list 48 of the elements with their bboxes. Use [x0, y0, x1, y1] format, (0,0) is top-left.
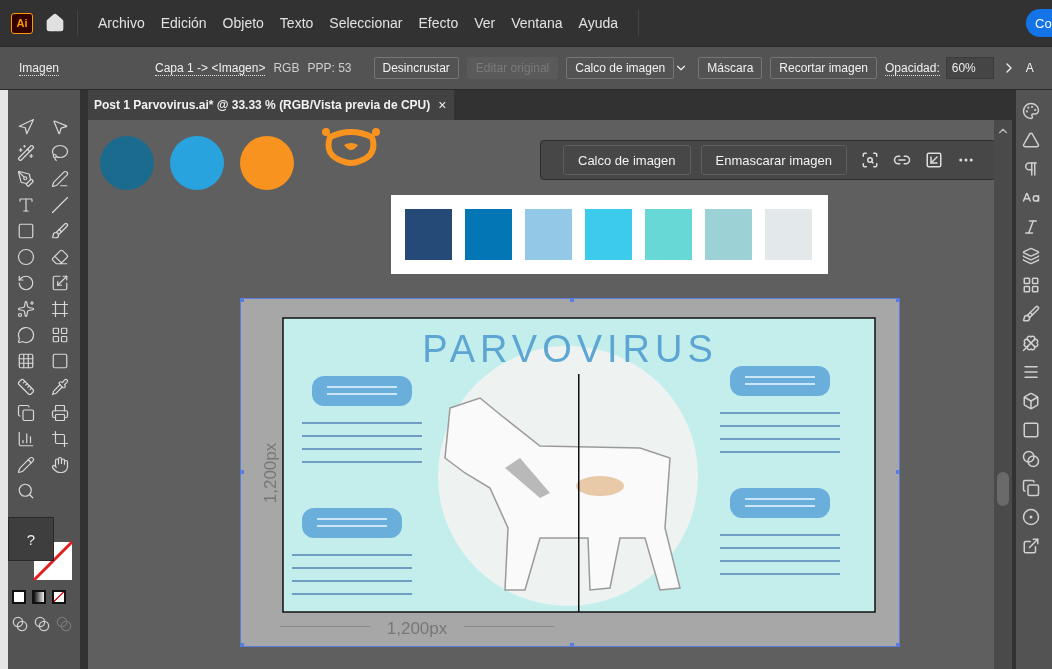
club-icon[interactable] — [1022, 334, 1040, 352]
color-mode-label: RGB — [273, 61, 300, 75]
paragraph-icon[interactable] — [1022, 160, 1040, 178]
gradient-mode-button[interactable] — [32, 590, 46, 604]
palette-icon[interactable] — [1022, 102, 1040, 120]
context-button[interactable]: Calco de imagen — [563, 145, 691, 175]
help-tooltip[interactable]: ? — [8, 517, 54, 561]
toolbar-button[interactable]: Desincrustar — [373, 57, 459, 79]
context-button[interactable]: Enmascarar imagen — [700, 145, 847, 175]
layers-icon[interactable] — [1022, 247, 1040, 265]
menu-item[interactable]: Edición — [152, 15, 215, 31]
color-mode-button[interactable] — [12, 590, 26, 604]
menu-item[interactable]: Texto — [271, 15, 322, 31]
triangle-icon[interactable] — [1022, 131, 1040, 149]
cube-icon[interactable] — [1022, 392, 1040, 410]
overflow-label: A — [1025, 61, 1034, 75]
menu-item[interactable]: Seleccionar — [321, 15, 411, 31]
ppi-label: PPP: 53 — [307, 61, 352, 75]
document-title: Post 1 Parvovirus.ai* @ 33.33 % (RGB/Vista previa de CPU) — [94, 98, 431, 112]
artwork-title: PARVOVIRUS — [422, 328, 718, 370]
menu-item[interactable]: Efecto — [410, 15, 467, 31]
close-button[interactable]: × — [438, 97, 447, 113]
menu-item[interactable]: Archivo — [90, 15, 153, 31]
brush-icon[interactable] — [1022, 305, 1040, 323]
copy-icon[interactable] — [1022, 479, 1040, 497]
share-button[interactable]: Co — [1026, 9, 1052, 37]
paw-logo-icon — [320, 125, 382, 167]
menu-icon[interactable] — [1022, 363, 1040, 381]
export-icon[interactable] — [1022, 537, 1040, 555]
menu-item[interactable]: Ayuda — [570, 15, 627, 31]
home-icon[interactable] — [45, 13, 65, 33]
menu-item[interactable]: Ver — [466, 15, 504, 31]
menu-item[interactable]: Objeto — [214, 15, 272, 31]
scrollbar-thumb[interactable] — [997, 472, 1009, 506]
opacity-field[interactable]: 60% — [945, 57, 994, 79]
toolbar-button[interactable]: Calco de imagen — [566, 57, 675, 79]
layer-path-link[interactable]: Capa 1 -> <Imagen> — [155, 60, 266, 76]
grid-icon[interactable] — [1022, 276, 1040, 294]
italic-icon[interactable] — [1022, 218, 1040, 236]
app-logo[interactable]: Ai — [11, 12, 33, 34]
menu-item[interactable]: Ventana — [503, 15, 571, 31]
object-type-label[interactable]: Imagen — [19, 60, 60, 76]
toolbar-button[interactable]: Máscara — [698, 57, 763, 79]
document-tab[interactable]: Post 1 Parvovirus.ai* @ 33.33 % (RGB/Vista previa de CPU) × — [88, 90, 455, 120]
circle-icon[interactable] — [1022, 508, 1040, 526]
none-mode-button[interactable] — [52, 590, 66, 604]
opacity-label: Opacidad: — [885, 60, 940, 76]
toolbar-button[interactable]: Recortar imagen — [770, 57, 878, 79]
